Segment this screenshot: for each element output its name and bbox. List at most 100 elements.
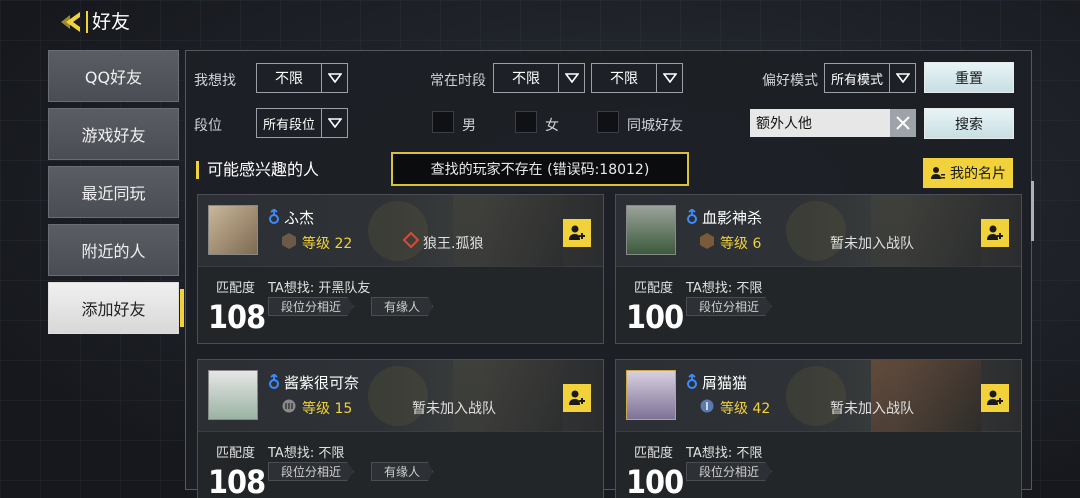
- player-level: 等级 42: [720, 401, 771, 417]
- chevron-down-icon: [558, 64, 584, 92]
- sidebar-item-label: 附近的人: [81, 242, 146, 261]
- rank-dropdown[interactable]: 所有段位: [256, 108, 348, 138]
- mode-dropdown[interactable]: 所有模式: [824, 63, 916, 93]
- sidebar-item-label: 最近同玩: [81, 184, 146, 203]
- player-team: 暂未加入战队: [830, 236, 914, 252]
- sidebar-item-add-friend[interactable]: 添加好友: [48, 282, 184, 334]
- match-value: 108: [208, 298, 266, 336]
- time-from-dropdown[interactable]: 不限: [493, 63, 585, 93]
- player-card[interactable]: 屑猫猫 等级 42 暂未加入战队 匹配度 100 TA想找: 不限 段位分相近: [615, 359, 1022, 498]
- rank-badge-icon: [700, 233, 714, 249]
- team-emblem-icon: [403, 232, 419, 248]
- card-banner: [616, 360, 1021, 432]
- player-name: 酱紫很可奈: [284, 374, 360, 392]
- player-team: 狼王.孤狼: [423, 236, 484, 252]
- add-friend-button[interactable]: [981, 219, 1009, 247]
- reset-button[interactable]: 重置: [924, 62, 1014, 93]
- player-card[interactable]: ふ杰 等级 22 狼王.孤狼 匹配度 108 TA想找: 开黑队友 段位分相近 …: [197, 194, 604, 344]
- time-to-dropdown[interactable]: 不限: [591, 63, 683, 93]
- error-toast: 查找的玩家不存在 (错误码:18012): [391, 152, 689, 186]
- card-banner: [198, 195, 603, 267]
- my-card-label: 我的名片: [950, 166, 1006, 182]
- search-input-value: 额外人他: [756, 116, 812, 132]
- female-label: 女: [545, 118, 559, 134]
- back-arrow-icon: [61, 12, 80, 32]
- sidebar-item-label: QQ好友: [84, 68, 143, 87]
- female-checkbox[interactable]: [515, 111, 537, 133]
- search-button[interactable]: 搜索: [924, 108, 1014, 139]
- player-card[interactable]: 血影神杀 等级 6 暂未加入战队 匹配度 100 TA想找: 不限 段位分相近: [615, 194, 1022, 344]
- sidebar-item-nearby[interactable]: 附近的人: [48, 224, 179, 276]
- chevron-down-icon: [321, 109, 347, 137]
- time-label: 常在时段: [430, 73, 486, 89]
- match-value: 108: [208, 463, 266, 498]
- match-label: 匹配度: [216, 446, 256, 461]
- add-user-icon: [569, 390, 585, 405]
- match-label: 匹配度: [634, 446, 674, 461]
- player-team: 暂未加入战队: [412, 401, 496, 417]
- sidebar-item-label: 添加好友: [81, 300, 146, 319]
- tag-rank-close: 段位分相近: [268, 297, 355, 316]
- user-card-icon: [931, 167, 945, 179]
- player-level: 等级 15: [302, 401, 353, 417]
- mode-label: 偏好模式: [762, 73, 818, 89]
- rank-badge-icon: [282, 233, 296, 249]
- seek-dropdown[interactable]: 不限: [256, 63, 348, 93]
- add-friend-button[interactable]: [563, 219, 591, 247]
- player-seek: TA想找: 不限: [686, 446, 763, 461]
- match-label: 匹配度: [634, 281, 674, 296]
- avatar: [208, 370, 258, 420]
- scrollbar[interactable]: [1031, 181, 1034, 241]
- rank-badge-icon: [700, 399, 714, 413]
- add-friend-button[interactable]: [563, 384, 591, 412]
- match-value: 100: [626, 298, 684, 336]
- sidebar-item-label: 游戏好友: [81, 126, 146, 145]
- close-icon: [896, 116, 910, 130]
- header: 好友: [58, 8, 134, 36]
- tag-rank-close: 段位分相近: [686, 297, 773, 316]
- male-gender-icon: [269, 209, 279, 224]
- player-card[interactable]: 酱紫很可奈 等级 15 暂未加入战队 匹配度 108 TA想找: 不限 段位分相…: [197, 359, 604, 498]
- time-from-value: 不限: [512, 71, 540, 87]
- chevron-down-icon: [889, 64, 915, 92]
- player-team: 暂未加入战队: [830, 401, 914, 417]
- male-gender-icon: [269, 374, 279, 389]
- chevron-down-icon: [656, 64, 682, 92]
- male-label: 男: [462, 118, 476, 134]
- tag-fate: 有缘人: [371, 297, 434, 316]
- seek-dropdown-value: 不限: [275, 71, 303, 87]
- add-friend-button[interactable]: [981, 384, 1009, 412]
- seek-label: 我想找: [194, 73, 236, 89]
- local-friends-checkbox[interactable]: [597, 111, 619, 133]
- avatar: [626, 205, 676, 255]
- main-panel: 我想找 不限 常在时段 不限 不限 偏好模式 所有模式 重置 段位 所有段位 男…: [185, 50, 1034, 498]
- player-level: 等级 6: [720, 236, 762, 252]
- mode-dropdown-value: 所有模式: [830, 72, 883, 88]
- local-friends-label: 同城好友: [627, 118, 683, 134]
- sidebar: QQ好友 游戏好友 最近同玩 附近的人 添加好友: [48, 50, 184, 340]
- clear-search-button[interactable]: [890, 109, 916, 137]
- rank-dropdown-value: 所有段位: [262, 117, 315, 133]
- sidebar-item-recent-players[interactable]: 最近同玩: [48, 166, 179, 218]
- male-checkbox[interactable]: [432, 111, 454, 133]
- avatar: [626, 370, 676, 420]
- search-input[interactable]: 额外人他: [750, 109, 890, 137]
- card-banner: [616, 195, 1021, 267]
- add-user-icon: [987, 390, 1003, 405]
- page-title: 好友: [86, 11, 134, 33]
- match-label: 匹配度: [216, 281, 256, 296]
- tag-fate: 有缘人: [371, 462, 434, 481]
- player-name: ふ杰: [284, 209, 315, 227]
- card-banner: [198, 360, 603, 432]
- player-name: 血影神杀: [702, 209, 763, 227]
- male-gender-icon: [687, 209, 697, 224]
- add-user-icon: [569, 225, 585, 240]
- back-button[interactable]: [58, 9, 84, 35]
- chevron-down-icon: [321, 64, 347, 92]
- player-seek: TA想找: 开黑队友: [268, 281, 371, 296]
- sidebar-item-game-friends[interactable]: 游戏好友: [48, 108, 179, 160]
- match-value: 100: [626, 463, 684, 498]
- sidebar-item-qq-friends[interactable]: QQ好友: [48, 50, 179, 102]
- add-user-icon: [987, 225, 1003, 240]
- my-card-button[interactable]: 我的名片: [923, 158, 1013, 188]
